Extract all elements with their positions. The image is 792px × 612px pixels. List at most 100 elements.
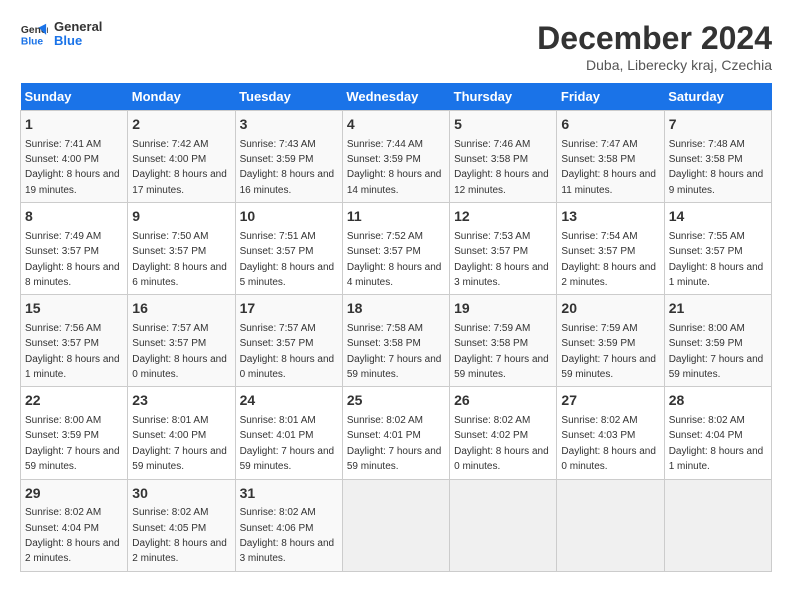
day-number: 28 (669, 391, 767, 411)
page-header: General Blue General Blue December 2024 … (20, 20, 772, 73)
day-info: Sunrise: 7:52 AM Sunset: 3:57 PM Dayligh… (347, 231, 442, 288)
day-cell (664, 479, 771, 571)
month-title: December 2024 (537, 20, 772, 57)
day-cell: 28 Sunrise: 8:02 AM Sunset: 4:04 PM Dayli… (664, 387, 771, 479)
day-number: 10 (240, 207, 338, 227)
week-row-4: 22Sunrise: 8:00 AM Sunset: 3:59 PM Dayli… (21, 387, 772, 479)
day-info: Sunrise: 7:56 AM Sunset: 3:57 PM Dayligh… (25, 323, 120, 380)
column-header-thursday: Thursday (450, 83, 557, 111)
day-info: Sunrise: 7:46 AM Sunset: 3:58 PM Dayligh… (454, 139, 549, 196)
day-number: 24 (240, 391, 338, 411)
day-cell: 18 Sunrise: 7:58 AM Sunset: 3:58 PM Dayli… (342, 295, 449, 387)
day-info: Sunrise: 7:57 AM Sunset: 3:57 PM Dayligh… (240, 323, 335, 380)
day-info: Sunrise: 7:42 AM Sunset: 4:00 PM Dayligh… (132, 139, 227, 196)
day-cell (557, 479, 664, 571)
day-number: 11 (347, 207, 445, 227)
week-row-1: 1Sunrise: 7:41 AM Sunset: 4:00 PM Daylig… (21, 111, 772, 203)
location-subtitle: Duba, Liberecky kraj, Czechia (537, 57, 772, 73)
calendar-table: SundayMondayTuesdayWednesdayThursdayFrid… (20, 83, 772, 572)
day-number: 19 (454, 299, 552, 319)
day-info: Sunrise: 7:55 AM Sunset: 3:57 PM Dayligh… (669, 231, 764, 288)
day-info: Sunrise: 7:49 AM Sunset: 3:57 PM Dayligh… (25, 231, 120, 288)
day-cell: 29 Sunrise: 8:02 AM Sunset: 4:04 PM Dayli… (21, 479, 128, 571)
column-header-monday: Monday (128, 83, 235, 111)
day-info: Sunrise: 7:58 AM Sunset: 3:58 PM Dayligh… (347, 323, 442, 380)
day-cell: 31 Sunrise: 8:02 AM Sunset: 4:06 PM Dayli… (235, 479, 342, 571)
day-cell: 21 Sunrise: 8:00 AM Sunset: 3:59 PM Dayli… (664, 295, 771, 387)
day-info: Sunrise: 7:53 AM Sunset: 3:57 PM Dayligh… (454, 231, 549, 288)
day-number: 25 (347, 391, 445, 411)
day-cell: 6 Sunrise: 7:47 AM Sunset: 3:58 PM Daylig… (557, 111, 664, 203)
day-info: Sunrise: 7:54 AM Sunset: 3:57 PM Dayligh… (561, 231, 656, 288)
day-cell: 5 Sunrise: 7:46 AM Sunset: 3:58 PM Daylig… (450, 111, 557, 203)
day-number: 31 (240, 484, 338, 504)
day-number: 2 (132, 115, 230, 135)
day-cell: 11 Sunrise: 7:52 AM Sunset: 3:57 PM Dayli… (342, 203, 449, 295)
day-number: 14 (669, 207, 767, 227)
day-info: Sunrise: 8:02 AM Sunset: 4:04 PM Dayligh… (25, 507, 120, 564)
day-number: 15 (25, 299, 123, 319)
day-info: Sunrise: 8:02 AM Sunset: 4:06 PM Dayligh… (240, 507, 335, 564)
day-cell: 25 Sunrise: 8:02 AM Sunset: 4:01 PM Dayli… (342, 387, 449, 479)
calendar-header-row: SundayMondayTuesdayWednesdayThursdayFrid… (21, 83, 772, 111)
day-number: 26 (454, 391, 552, 411)
day-cell: 3Sunrise: 7:43 AM Sunset: 3:59 PM Daylig… (235, 111, 342, 203)
day-cell: 19 Sunrise: 7:59 AM Sunset: 3:58 PM Dayli… (450, 295, 557, 387)
day-info: Sunrise: 7:41 AM Sunset: 4:00 PM Dayligh… (25, 139, 120, 196)
logo-icon: General Blue (20, 20, 48, 48)
day-info: Sunrise: 7:47 AM Sunset: 3:58 PM Dayligh… (561, 139, 656, 196)
day-number: 23 (132, 391, 230, 411)
day-cell: 7Sunrise: 7:48 AM Sunset: 3:58 PM Daylig… (664, 111, 771, 203)
day-info: Sunrise: 8:02 AM Sunset: 4:04 PM Dayligh… (669, 415, 764, 472)
logo-line2: Blue (54, 34, 102, 48)
day-cell: 9Sunrise: 7:50 AM Sunset: 3:57 PM Daylig… (128, 203, 235, 295)
logo-line1: General (54, 20, 102, 34)
week-row-3: 15 Sunrise: 7:56 AM Sunset: 3:57 PM Dayli… (21, 295, 772, 387)
week-row-5: 29 Sunrise: 8:02 AM Sunset: 4:04 PM Dayli… (21, 479, 772, 571)
day-number: 8 (25, 207, 123, 227)
calendar-body: 1Sunrise: 7:41 AM Sunset: 4:00 PM Daylig… (21, 111, 772, 572)
column-header-saturday: Saturday (664, 83, 771, 111)
day-number: 9 (132, 207, 230, 227)
day-info: Sunrise: 7:51 AM Sunset: 3:57 PM Dayligh… (240, 231, 335, 288)
day-number: 12 (454, 207, 552, 227)
day-cell: 22Sunrise: 8:00 AM Sunset: 3:59 PM Dayli… (21, 387, 128, 479)
day-number: 6 (561, 115, 659, 135)
day-info: Sunrise: 8:01 AM Sunset: 4:01 PM Dayligh… (240, 415, 335, 472)
day-cell (450, 479, 557, 571)
day-cell: 13 Sunrise: 7:54 AM Sunset: 3:57 PM Dayli… (557, 203, 664, 295)
day-number: 16 (132, 299, 230, 319)
day-info: Sunrise: 8:00 AM Sunset: 3:59 PM Dayligh… (669, 323, 764, 380)
day-info: Sunrise: 8:02 AM Sunset: 4:01 PM Dayligh… (347, 415, 442, 472)
day-info: Sunrise: 8:02 AM Sunset: 4:03 PM Dayligh… (561, 415, 656, 472)
day-info: Sunrise: 8:02 AM Sunset: 4:02 PM Dayligh… (454, 415, 549, 472)
column-header-sunday: Sunday (21, 83, 128, 111)
day-cell: 8 Sunrise: 7:49 AM Sunset: 3:57 PM Daylig… (21, 203, 128, 295)
day-cell: 14 Sunrise: 7:55 AM Sunset: 3:57 PM Dayli… (664, 203, 771, 295)
day-cell (342, 479, 449, 571)
day-cell: 20Sunrise: 7:59 AM Sunset: 3:59 PM Dayli… (557, 295, 664, 387)
day-info: Sunrise: 7:59 AM Sunset: 3:58 PM Dayligh… (454, 323, 549, 380)
day-info: Sunrise: 7:43 AM Sunset: 3:59 PM Dayligh… (240, 139, 335, 196)
column-header-friday: Friday (557, 83, 664, 111)
day-info: Sunrise: 7:57 AM Sunset: 3:57 PM Dayligh… (132, 323, 227, 380)
day-number: 13 (561, 207, 659, 227)
day-cell: 30Sunrise: 8:02 AM Sunset: 4:05 PM Dayli… (128, 479, 235, 571)
day-info: Sunrise: 7:48 AM Sunset: 3:58 PM Dayligh… (669, 139, 764, 196)
day-number: 4 (347, 115, 445, 135)
day-info: Sunrise: 8:01 AM Sunset: 4:00 PM Dayligh… (132, 415, 227, 472)
day-cell: 16 Sunrise: 7:57 AM Sunset: 3:57 PM Dayli… (128, 295, 235, 387)
day-number: 5 (454, 115, 552, 135)
day-cell: 10 Sunrise: 7:51 AM Sunset: 3:57 PM Dayli… (235, 203, 342, 295)
day-cell: 2 Sunrise: 7:42 AM Sunset: 4:00 PM Daylig… (128, 111, 235, 203)
day-number: 17 (240, 299, 338, 319)
day-cell: 4 Sunrise: 7:44 AM Sunset: 3:59 PM Daylig… (342, 111, 449, 203)
day-cell: 24 Sunrise: 8:01 AM Sunset: 4:01 PM Dayli… (235, 387, 342, 479)
day-number: 29 (25, 484, 123, 504)
day-info: Sunrise: 7:59 AM Sunset: 3:59 PM Dayligh… (561, 323, 656, 380)
day-info: Sunrise: 7:44 AM Sunset: 3:59 PM Dayligh… (347, 139, 442, 196)
day-number: 21 (669, 299, 767, 319)
day-number: 18 (347, 299, 445, 319)
day-cell: 23 Sunrise: 8:01 AM Sunset: 4:00 PM Dayli… (128, 387, 235, 479)
logo: General Blue General Blue (20, 20, 102, 49)
